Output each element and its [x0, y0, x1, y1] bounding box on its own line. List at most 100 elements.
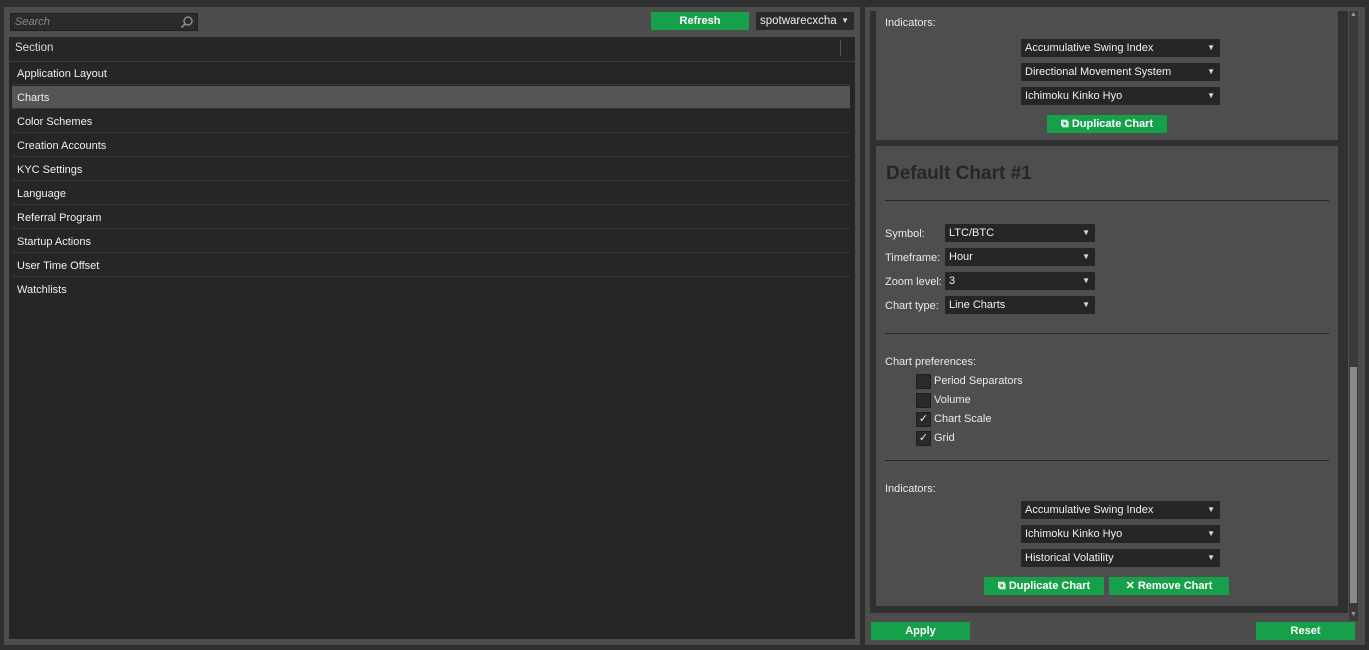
symbol-label: Symbol:: [885, 228, 925, 240]
volume-label: Volume: [934, 394, 971, 406]
section-item-creation-accounts[interactable]: Creation Accounts: [12, 134, 850, 157]
section-item-charts[interactable]: Charts: [12, 86, 850, 109]
chevron-down-icon: ▼: [1207, 91, 1215, 100]
scroll-up-icon[interactable]: ▲: [1349, 11, 1358, 18]
grid-checkbox[interactable]: ✓: [916, 431, 931, 446]
symbol-value: LTC/BTC: [949, 227, 995, 239]
remove-chart-label: Remove Chart: [1137, 580, 1213, 592]
divider: [885, 200, 1329, 201]
chart-type-label: Chart type:: [885, 300, 939, 312]
zoom-level-label: Zoom level:: [885, 276, 942, 288]
indicator-value: Accumulative Swing Index: [1025, 42, 1154, 54]
section-item-label: Referral Program: [17, 212, 102, 224]
duplicate-chart-label: Duplicate Chart: [1071, 118, 1154, 130]
scrollbar[interactable]: ▲ ▼: [1349, 11, 1358, 621]
check-icon: ✓: [918, 413, 929, 425]
chevron-down-icon: ▼: [1082, 252, 1090, 261]
indicator-select[interactable]: Ichimoku Kinko Hyo ▼: [1021, 525, 1220, 543]
zoom-level-select[interactable]: 3 ▼: [945, 272, 1095, 290]
indicators-label: Indicators:: [885, 17, 936, 29]
column-resize-handle[interactable]: [840, 40, 841, 56]
divider: [885, 333, 1329, 334]
settings-panel: Indicators: Accumulative Swing Index ▼ Di…: [865, 7, 1365, 645]
section-item-referral-program[interactable]: Referral Program: [12, 206, 850, 229]
chart-title: Default Chart #1: [886, 163, 1032, 184]
chart-preferences-label: Chart preferences:: [885, 356, 977, 368]
section-item-watchlists[interactable]: Watchlists: [12, 278, 850, 301]
section-item-label: Watchlists: [17, 284, 67, 296]
chevron-down-icon: ▼: [1207, 43, 1215, 52]
indicator-select[interactable]: Directional Movement System ▼: [1021, 63, 1220, 81]
section-item-label: KYC Settings: [17, 164, 83, 176]
indicator-value: Accumulative Swing Index: [1025, 504, 1154, 516]
check-icon: ✓: [918, 432, 929, 444]
section-item-label: Startup Actions: [17, 236, 91, 248]
section-item-label: Application Layout: [17, 68, 107, 80]
duplicate-icon: ⧉: [1060, 118, 1069, 130]
chevron-down-icon: ▼: [1082, 228, 1090, 237]
section-header-label: Section: [15, 42, 54, 54]
close-icon: ✕: [1125, 580, 1135, 592]
chevron-down-icon: ▼: [1082, 276, 1090, 285]
search-box[interactable]: [10, 13, 198, 31]
section-item-label: Creation Accounts: [17, 140, 107, 152]
indicator-value: Ichimoku Kinko Hyo: [1025, 528, 1123, 540]
chart-scale-label: Chart Scale: [934, 413, 992, 425]
timeframe-label: Timeframe:: [885, 252, 941, 264]
charts-settings-scroll-area[interactable]: Indicators: Accumulative Swing Index ▼ Di…: [870, 11, 1348, 613]
chevron-down-icon: ▼: [1207, 553, 1215, 562]
environment-select[interactable]: spotwarecxcha ▼: [756, 12, 854, 30]
grid-label: Grid: [934, 432, 955, 444]
section-table: Section Application Layout Charts Color …: [9, 37, 855, 639]
indicator-value: Historical Volatility: [1025, 552, 1114, 564]
chevron-down-icon: ▼: [1207, 529, 1215, 538]
section-item-label: User Time Offset: [17, 260, 100, 272]
apply-button[interactable]: Apply: [871, 622, 970, 640]
period-separators-checkbox[interactable]: [916, 374, 931, 389]
indicator-select[interactable]: Accumulative Swing Index ▼: [1021, 501, 1220, 519]
search-input[interactable]: [11, 14, 185, 30]
search-icon[interactable]: [180, 15, 194, 29]
refresh-button[interactable]: Refresh: [651, 12, 749, 30]
reset-button[interactable]: Reset: [1256, 622, 1355, 640]
indicator-value: Ichimoku Kinko Hyo: [1025, 90, 1123, 102]
section-item-label: Color Schemes: [17, 116, 93, 128]
section-item-language[interactable]: Language: [12, 182, 850, 205]
duplicate-icon: ⧉: [997, 580, 1006, 592]
chart-card-default-1: Default Chart #1 Symbol: LTC/BTC ▼ Timefr…: [876, 146, 1338, 606]
chart-scale-checkbox[interactable]: ✓: [916, 412, 931, 427]
section-item-application-layout[interactable]: Application Layout: [12, 62, 850, 85]
volume-checkbox[interactable]: [916, 393, 931, 408]
indicator-select[interactable]: Accumulative Swing Index ▼: [1021, 39, 1220, 57]
chevron-down-icon: ▼: [1207, 505, 1215, 514]
section-item-color-schemes[interactable]: Color Schemes: [12, 110, 850, 133]
chevron-down-icon: ▼: [1207, 67, 1215, 76]
section-item-kyc-settings[interactable]: KYC Settings: [12, 158, 850, 181]
environment-value: spotwarecxcha: [760, 15, 837, 27]
divider: [885, 460, 1329, 461]
chart-type-select[interactable]: Line Charts ▼: [945, 296, 1095, 314]
section-item-label: Charts: [17, 92, 50, 104]
duplicate-chart-label: Duplicate Chart: [1008, 580, 1091, 592]
scroll-down-icon[interactable]: ▼: [1349, 611, 1358, 618]
remove-chart-button[interactable]: ✕ Remove Chart: [1109, 577, 1229, 595]
zoom-level-value: 3: [949, 275, 956, 287]
scrollbar-thumb[interactable]: [1350, 367, 1357, 603]
section-item-startup-actions[interactable]: Startup Actions: [12, 230, 850, 253]
timeframe-value: Hour: [949, 251, 973, 263]
chevron-down-icon: ▼: [841, 16, 849, 25]
period-separators-label: Period Separators: [934, 375, 1023, 387]
indicators-label: Indicators:: [885, 483, 936, 495]
section-column-header[interactable]: Section: [9, 37, 855, 62]
section-item-label: Language: [17, 188, 66, 200]
indicator-select[interactable]: Historical Volatility ▼: [1021, 549, 1220, 567]
timeframe-select[interactable]: Hour ▼: [945, 248, 1095, 266]
chart-card-previous: Indicators: Accumulative Swing Index ▼ Di…: [876, 11, 1338, 140]
indicator-select[interactable]: Ichimoku Kinko Hyo ▼: [1021, 87, 1220, 105]
duplicate-chart-button[interactable]: ⧉ Duplicate Chart: [1047, 115, 1167, 133]
chevron-down-icon: ▼: [1082, 300, 1090, 309]
duplicate-chart-button[interactable]: ⧉ Duplicate Chart: [984, 577, 1104, 595]
chart-type-value: Line Charts: [949, 299, 1006, 311]
section-item-user-time-offset[interactable]: User Time Offset: [12, 254, 850, 277]
symbol-select[interactable]: LTC/BTC ▼: [945, 224, 1095, 242]
